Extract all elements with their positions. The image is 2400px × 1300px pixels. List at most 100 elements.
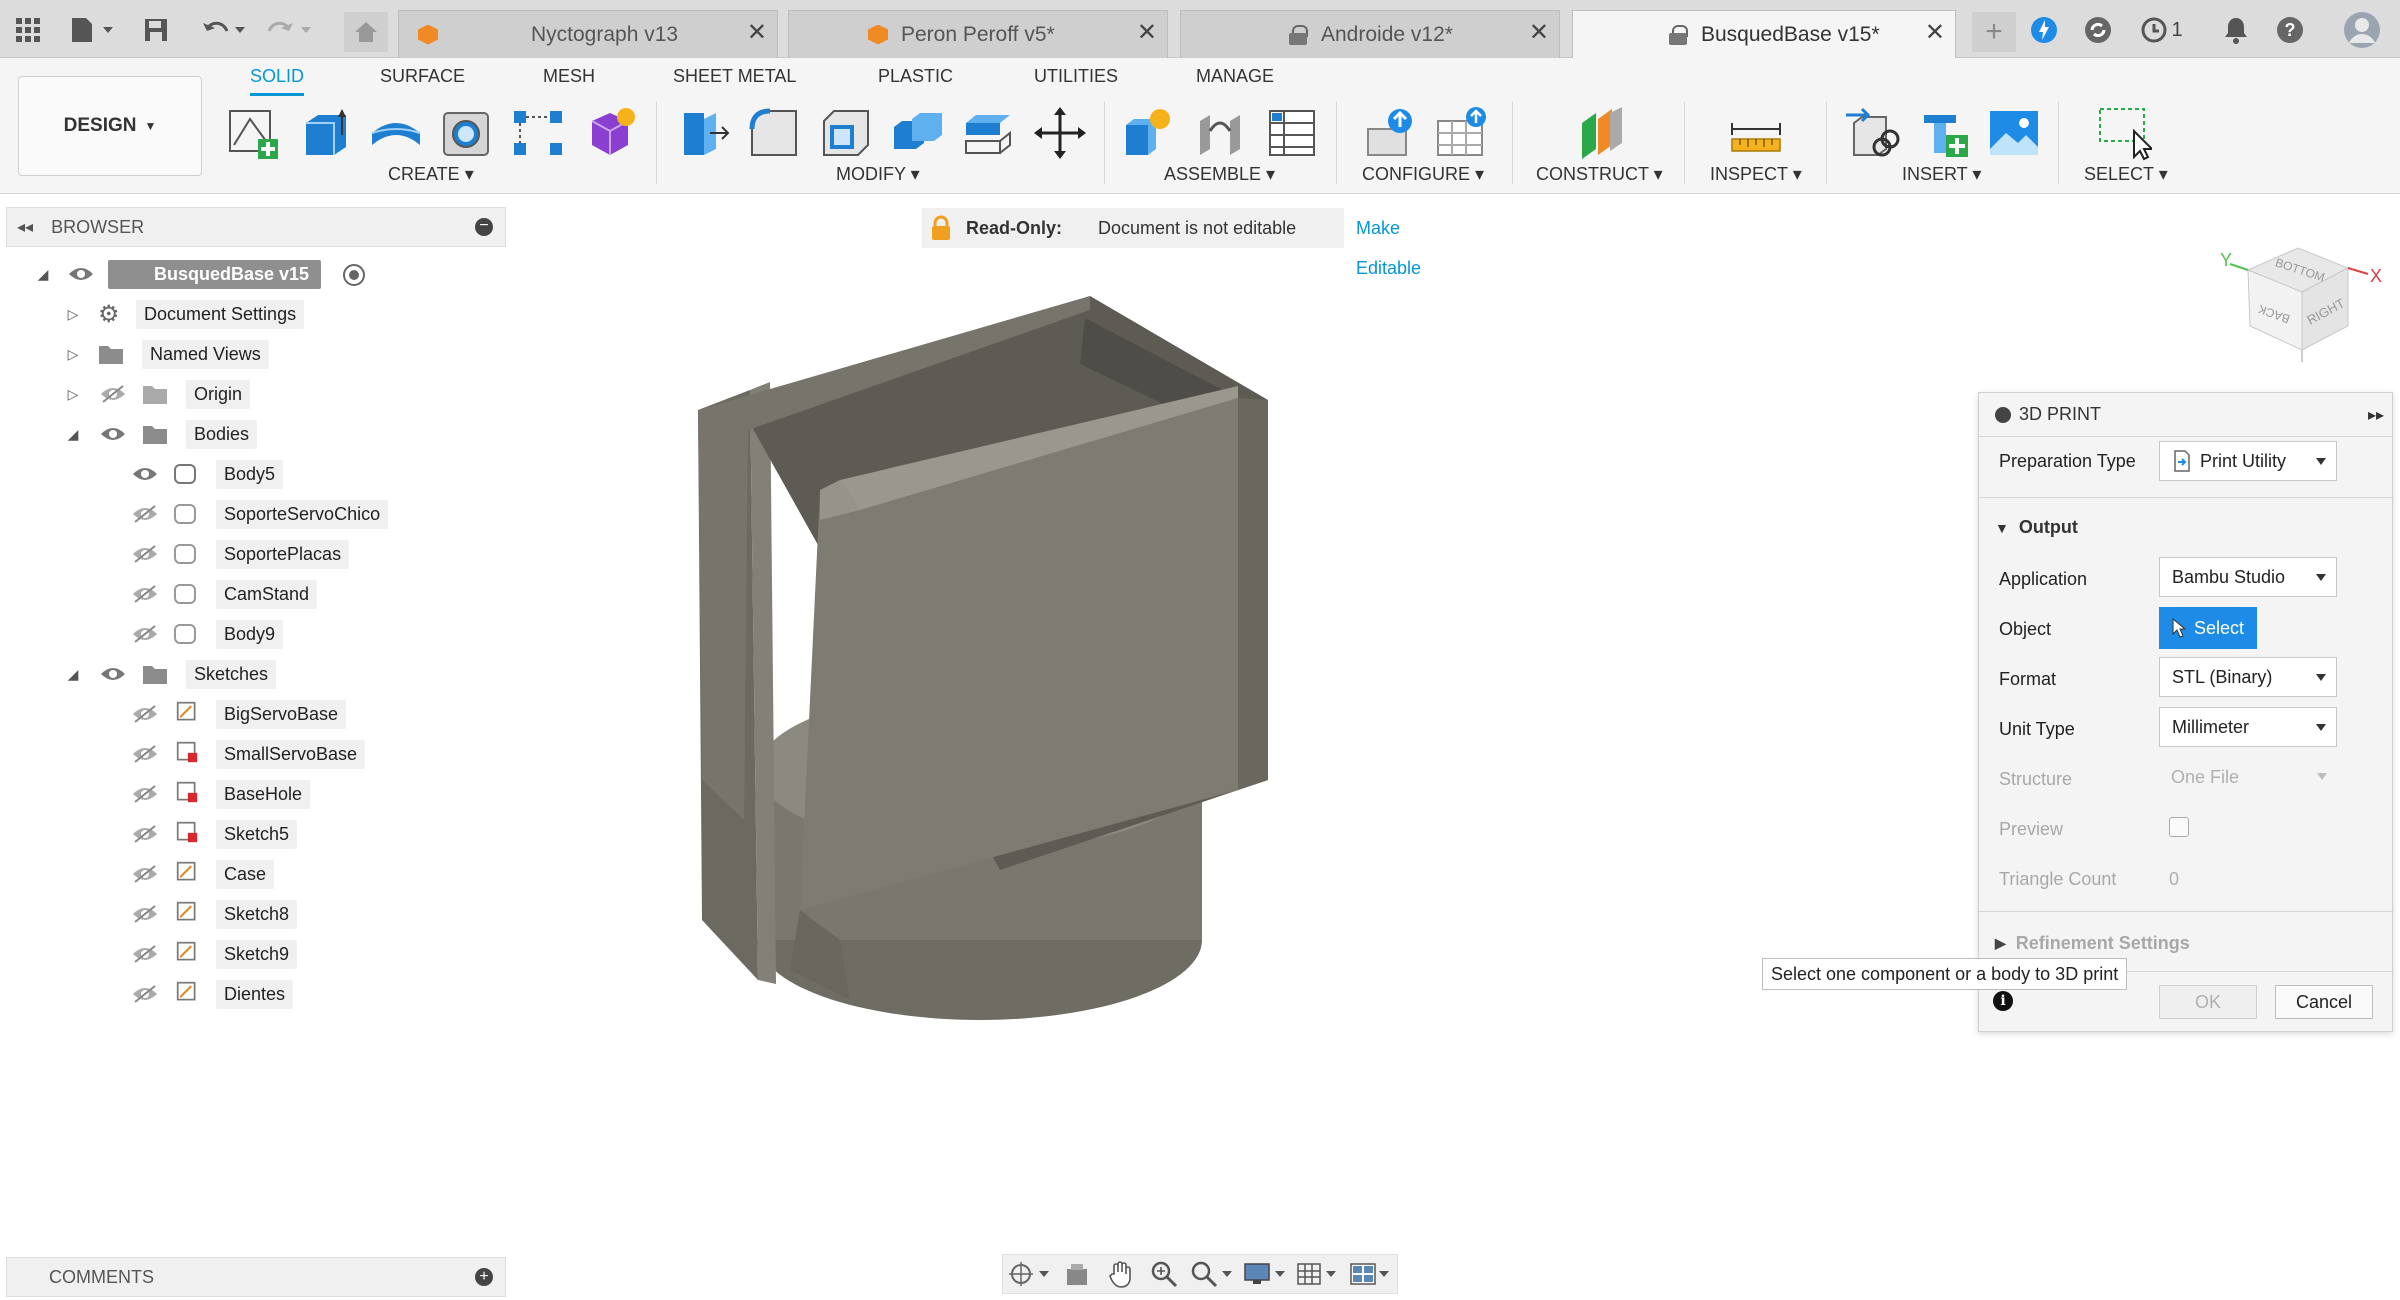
hidden-eye-icon[interactable] xyxy=(132,905,158,923)
pattern-icon[interactable] xyxy=(508,103,568,163)
hidden-eye-icon[interactable] xyxy=(132,585,158,603)
hidden-eye-icon[interactable] xyxy=(132,865,158,883)
collapsed-triangle-icon[interactable]: ▷ xyxy=(64,305,82,323)
object-select-button[interactable]: Select xyxy=(2159,607,2257,649)
fillet-icon[interactable] xyxy=(744,103,804,163)
group-construct[interactable]: CONSTRUCT ▾ xyxy=(1536,164,1663,185)
preparation-type-dropdown[interactable]: Print Utility xyxy=(2159,441,2337,481)
visibility-eye-icon[interactable] xyxy=(132,465,158,483)
hidden-eye-icon[interactable] xyxy=(132,625,158,643)
viewports-icon[interactable] xyxy=(1344,1256,1397,1292)
collapsed-triangle-icon[interactable]: ▷ xyxy=(64,345,82,363)
tab-sheet-metal[interactable]: SHEET METAL xyxy=(673,66,796,96)
close-icon[interactable]: ✕ xyxy=(1925,21,1945,45)
zoom-window-icon[interactable] xyxy=(1186,1256,1239,1292)
job-status-icon[interactable]: 1 xyxy=(2136,14,2188,46)
hidden-eye-icon[interactable] xyxy=(132,985,158,1003)
body-item[interactable]: SoporteServoChico xyxy=(124,498,424,530)
notifications-bell-icon[interactable] xyxy=(2220,14,2252,46)
extensions-icon[interactable] xyxy=(2028,14,2060,46)
tab-utilities[interactable]: UTILITIES xyxy=(1034,66,1118,96)
bill-of-materials-icon[interactable] xyxy=(1262,103,1322,163)
sketch-item[interactable]: Sketch5 xyxy=(124,818,424,850)
configuration-table-icon[interactable] xyxy=(1432,103,1492,163)
body-item[interactable]: SoportePlacas xyxy=(124,538,404,570)
undo-icon[interactable] xyxy=(196,14,252,46)
orbit-icon[interactable] xyxy=(1003,1256,1056,1292)
browser-panel-header[interactable]: ◂◂ BROWSER − xyxy=(6,207,506,247)
3d-model-viewport[interactable] xyxy=(640,280,1300,1040)
collapse-panel-icon[interactable]: ◂◂ xyxy=(17,217,33,237)
info-icon[interactable]: i xyxy=(1993,991,2013,1011)
hidden-eye-icon[interactable] xyxy=(132,545,158,563)
make-editable-link[interactable]: Make Editable xyxy=(1344,208,1482,278)
visibility-eye-icon[interactable] xyxy=(100,425,126,443)
hole-icon[interactable] xyxy=(436,103,496,163)
expanded-triangle-icon[interactable]: ◢ xyxy=(64,665,82,683)
home-icon[interactable] xyxy=(344,12,388,52)
browser-item-named-views[interactable]: ▷ Named Views xyxy=(64,338,324,370)
file-menu-icon[interactable] xyxy=(64,14,120,46)
preview-checkbox[interactable] xyxy=(2169,817,2189,837)
comments-panel-header[interactable]: COMMENTS + xyxy=(6,1257,506,1297)
browser-item-document-settings[interactable]: ▷ ⚙ Document Settings xyxy=(64,298,324,330)
visibility-eye-icon[interactable] xyxy=(68,265,94,283)
visibility-eye-icon[interactable] xyxy=(100,665,126,683)
display-settings-icon[interactable] xyxy=(1239,1256,1292,1292)
tab-androide[interactable]: Androide v12* ✕ xyxy=(1180,10,1560,58)
refinement-section-header[interactable]: ▶ Refinement Settings xyxy=(1995,933,2190,954)
insert-derive-icon[interactable] xyxy=(1842,103,1902,163)
body-item[interactable]: Body9 xyxy=(124,618,404,650)
group-assemble[interactable]: ASSEMBLE ▾ xyxy=(1164,164,1275,185)
cancel-button[interactable]: Cancel xyxy=(2275,985,2373,1019)
minus-circle-icon[interactable]: − xyxy=(475,218,493,236)
add-comment-icon[interactable]: + xyxy=(475,1268,493,1286)
format-dropdown[interactable]: STL (Binary) xyxy=(2159,657,2337,697)
combine-icon[interactable] xyxy=(888,103,948,163)
sketch-item[interactable]: BaseHole xyxy=(124,778,424,810)
expand-dialog-icon[interactable]: ▸▸ xyxy=(2368,405,2384,425)
close-icon[interactable]: ✕ xyxy=(747,21,767,45)
offset-face-icon[interactable] xyxy=(958,103,1018,163)
hidden-eye-icon[interactable] xyxy=(132,785,158,803)
help-icon[interactable]: ? xyxy=(2274,14,2306,46)
group-create[interactable]: CREATE ▾ xyxy=(388,164,474,185)
zoom-icon[interactable] xyxy=(1143,1256,1186,1292)
sketch-item[interactable]: SmallServoBase xyxy=(124,738,424,770)
new-component-icon[interactable] xyxy=(1118,103,1178,163)
tab-surface[interactable]: SURFACE xyxy=(380,66,465,96)
expanded-triangle-icon[interactable]: ◢ xyxy=(64,425,82,443)
group-inspect[interactable]: INSPECT ▾ xyxy=(1710,164,1802,185)
active-radio-icon[interactable] xyxy=(342,263,366,287)
extrude-icon[interactable] xyxy=(296,103,356,163)
hidden-eye-icon[interactable] xyxy=(132,825,158,843)
hidden-eye-icon[interactable] xyxy=(132,745,158,763)
group-select[interactable]: SELECT ▾ xyxy=(2084,164,2168,185)
group-configure[interactable]: CONFIGURE ▾ xyxy=(1362,164,1484,185)
sketch-item[interactable]: Sketch8 xyxy=(124,898,424,930)
save-icon[interactable] xyxy=(140,14,172,46)
output-section-header[interactable]: ▼ Output xyxy=(1995,517,2078,538)
revolve-icon[interactable] xyxy=(366,103,426,163)
insert-canvas-icon[interactable] xyxy=(1984,103,2044,163)
window-select-icon[interactable] xyxy=(2094,103,2154,163)
user-avatar[interactable] xyxy=(2342,10,2382,50)
create-form-icon[interactable] xyxy=(580,103,640,163)
shell-icon[interactable] xyxy=(816,103,876,163)
group-insert[interactable]: INSERT ▾ xyxy=(1902,164,1981,185)
hidden-eye-icon[interactable] xyxy=(132,705,158,723)
tab-mesh[interactable]: MESH xyxy=(543,66,595,96)
pan-hand-icon[interactable] xyxy=(1099,1256,1142,1292)
tab-manage[interactable]: MANAGE xyxy=(1196,66,1274,96)
configure-design-icon[interactable] xyxy=(1362,103,1422,163)
ok-button[interactable]: OK xyxy=(2159,985,2257,1019)
tab-solid[interactable]: SOLID xyxy=(250,66,305,96)
unit-type-dropdown[interactable]: Millimeter xyxy=(2159,707,2337,747)
view-cube[interactable]: BOTTOM BACK RIGHT Y X xyxy=(2218,240,2388,370)
collapsed-triangle-icon[interactable]: ▷ xyxy=(64,385,82,403)
browser-root-node[interactable]: ◢ BusquedBase v15 xyxy=(34,258,394,290)
tab-plastic[interactable]: PLASTIC xyxy=(878,66,953,96)
redo-icon[interactable] xyxy=(262,14,318,46)
sketch-item[interactable]: Sketch9 xyxy=(124,938,424,970)
sketch-item[interactable]: Case xyxy=(124,858,424,890)
